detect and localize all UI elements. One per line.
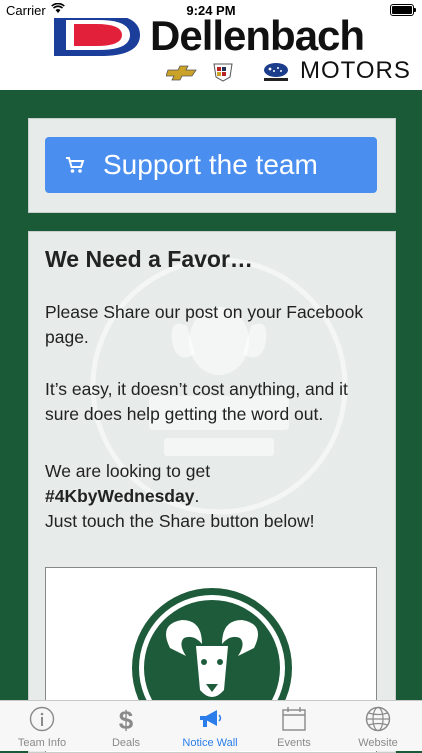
post-hashtag-line: #4KbyWednesday.	[45, 486, 200, 506]
tab-website-label: Website	[358, 737, 398, 749]
calendar-icon	[282, 707, 306, 731]
tab-events-label: Events	[277, 737, 311, 749]
brand-subtitle: MOTORS	[300, 57, 411, 84]
tab-deals[interactable]: $ Deals	[84, 701, 168, 751]
battery-icon	[390, 4, 416, 16]
info-icon	[29, 706, 55, 732]
cadillac-logo-icon	[213, 63, 233, 82]
megaphone-icon	[200, 710, 222, 727]
tab-team-info[interactable]: Team Info	[0, 701, 84, 751]
post-paragraph-2: It’s easy, it doesn’t cost anything, and…	[45, 379, 348, 424]
tab-team-info-label: Team Info	[17, 737, 67, 749]
dollar-icon: $	[119, 706, 134, 732]
support-button-label: Support the team	[103, 149, 318, 180]
svg-text:$: $	[119, 706, 134, 732]
post-title: We Need a Favor…	[45, 246, 253, 272]
clock-time: 9:24 PM	[186, 3, 236, 18]
tab-notice-wall[interactable]: Notice Wall	[168, 701, 252, 751]
post-paragraph-1: Please Share our post on your Facebook p…	[45, 302, 364, 347]
support-panel: Support the team	[28, 118, 396, 213]
brand-name: Dellenbach	[150, 12, 365, 59]
subaru-logo-icon	[264, 63, 288, 81]
post-hashtag[interactable]: #4KbyWednesday	[45, 486, 194, 506]
tab-website[interactable]: Website	[336, 701, 420, 751]
post-paragraph-3: We are looking to get #4KbyWednesday. Ju…	[45, 459, 385, 534]
globe-icon	[365, 706, 391, 732]
notice-post-card: We Need a Favor… Please Share our post o…	[28, 231, 396, 753]
tab-events[interactable]: Events	[252, 701, 336, 751]
status-bar: Carrier 9:24 PM	[0, 0, 422, 18]
post-paragraph-3-line-1: We are looking to get	[45, 461, 211, 481]
chevrolet-logo-icon	[166, 65, 197, 81]
tab-deals-label: Deals	[111, 737, 141, 749]
cart-icon	[66, 157, 85, 173]
post-paragraph-3-line-3: Just touch the Share button below!	[45, 511, 315, 531]
tab-bar: Team Info $ Deals Notice Wall Events Web…	[0, 700, 422, 751]
tab-notice-wall-label: Notice Wall	[182, 737, 238, 749]
car-brand-logos	[166, 63, 288, 82]
support-the-team-button[interactable]: Support the team	[45, 137, 377, 193]
